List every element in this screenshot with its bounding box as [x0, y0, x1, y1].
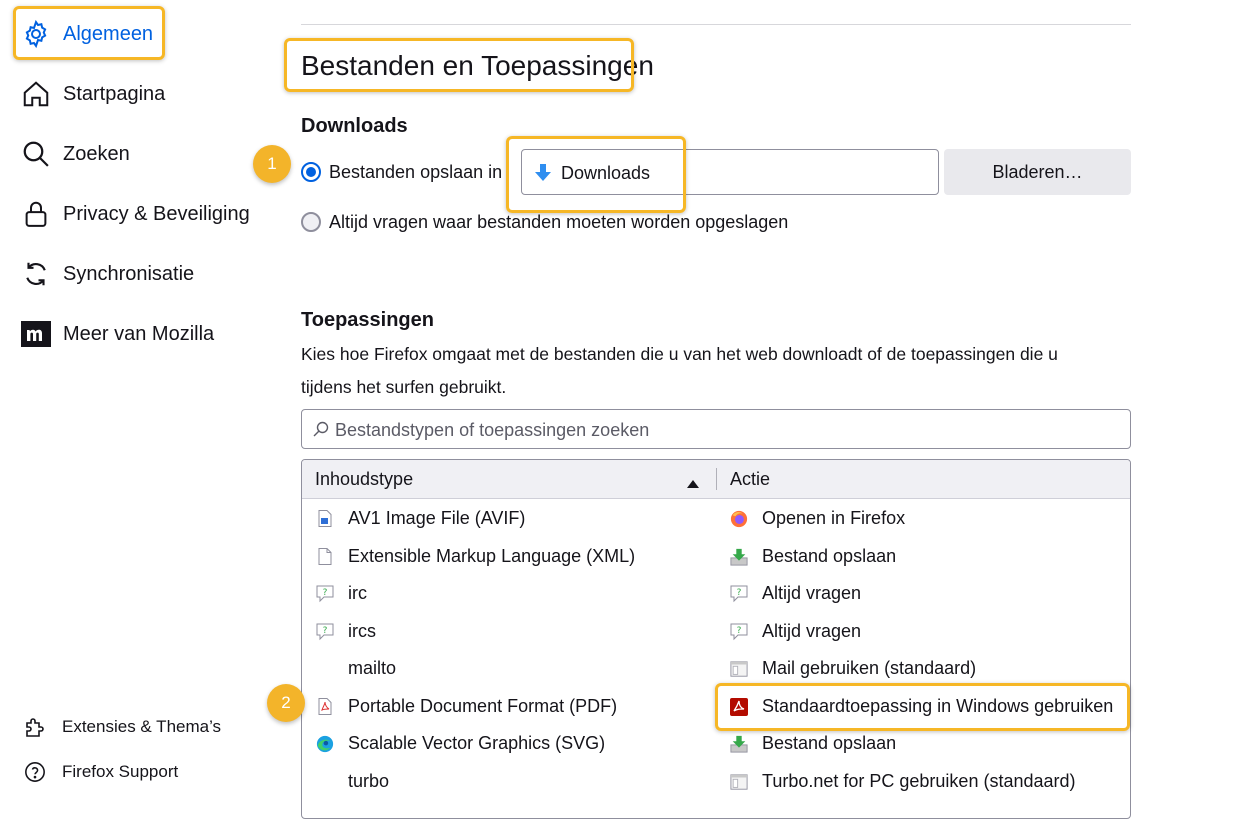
table-row[interactable]: Extensible Markup Language (XML) Bestand…	[302, 538, 1130, 575]
edge-icon	[316, 735, 334, 753]
content-type-label: Scalable Vector Graphics (SVG)	[348, 733, 606, 753]
save-download-icon	[730, 548, 748, 566]
table-row[interactable]: Portable Document Format (PDF) Standaard…	[302, 688, 1130, 725]
sort-ascending-icon	[687, 475, 699, 493]
sidebar-item-label: Startpagina	[63, 82, 166, 105]
image-file-icon	[316, 510, 334, 528]
sidebar-firefox-support[interactable]: Firefox Support	[22, 759, 178, 785]
acrobat-icon	[730, 697, 748, 716]
download-folder-field[interactable]: Downloads	[521, 149, 939, 195]
content-type-label: ircs	[348, 621, 376, 641]
sidebar-item-privacy[interactable]: Privacy & Beveiliging	[20, 196, 250, 232]
save-in-radio[interactable]	[301, 162, 321, 182]
pdf-file-icon	[316, 698, 334, 716]
content-type-label: irc	[348, 583, 367, 603]
action-label: Openen in Firefox	[762, 508, 906, 528]
firefox-icon	[730, 510, 748, 528]
applications-heading: Toepassingen	[301, 309, 434, 331]
browse-button[interactable]: Bladeren…	[944, 149, 1131, 195]
column-header-content-type[interactable]: Inhoudstype	[315, 460, 413, 498]
gear-icon	[20, 18, 52, 50]
sidebar-item-label: Synchronisatie	[63, 262, 195, 285]
svg-text:?: ?	[737, 626, 742, 636]
downloads-heading: Downloads	[301, 115, 408, 137]
page-title: Bestanden en Toepassingen	[301, 50, 654, 81]
sidebar-item-label: Meer van Mozilla	[63, 322, 215, 345]
sidebar-extensions-themes[interactable]: Extensies & Thema’s	[22, 714, 221, 740]
file-type-search-input[interactable]: Bestandstypen of toepassingen zoeken	[301, 409, 1131, 449]
always-ask-label: Altijd vragen waar bestanden moeten word…	[329, 212, 789, 232]
table-row[interactable]: turbo Turbo.net for PC gebruiken (standa…	[302, 763, 1130, 800]
sync-icon	[20, 258, 52, 290]
action-label: Turbo.net for PC gebruiken (standaard)	[762, 771, 1076, 791]
table-row[interactable]: mailto Mail gebruiken (standaard)	[302, 650, 1130, 687]
ask-bubble-icon: ?	[730, 623, 748, 641]
sidebar-item-label: Algemeen	[63, 22, 154, 45]
content-type-label: Extensible Markup Language (XML)	[348, 546, 636, 566]
table-row[interactable]: ? ircs ? Altijd vragen	[302, 613, 1130, 650]
save-in-label: Bestanden opslaan in	[329, 162, 503, 182]
applications-description-line2: tijdens het surfen gebruikt.	[301, 377, 507, 397]
download-folder-value: Downloads	[561, 163, 651, 183]
table-row[interactable]: AV1 Image File (AVIF) Openen in Firefox	[302, 500, 1130, 537]
content-type-label: turbo	[348, 771, 390, 791]
applications-table: Inhoudstype Actie AV1 Image File (AVIF) …	[301, 459, 1131, 819]
sidebar-item-label: Zoeken	[63, 142, 130, 165]
sidebar-item-label: Privacy & Beveiliging	[63, 202, 250, 225]
sidebar-item-more-from-mozilla[interactable]: Meer van Mozilla	[20, 316, 214, 352]
save-download-icon	[730, 735, 748, 753]
content-type-label: mailto	[348, 658, 397, 678]
sidebar-item-label: Firefox Support	[62, 762, 179, 781]
column-header-action[interactable]: Actie	[730, 460, 770, 498]
sidebar-item-sync[interactable]: Synchronisatie	[20, 256, 194, 292]
search-icon	[20, 138, 52, 170]
ask-bubble-icon: ?	[316, 585, 334, 603]
action-label: Bestand opslaan	[762, 546, 897, 566]
mozilla-m-icon	[20, 318, 52, 350]
action-label: Bestand opslaan	[762, 733, 897, 753]
always-ask-radio[interactable]	[301, 212, 321, 232]
puzzle-icon	[22, 714, 48, 740]
ask-bubble-icon: ?	[316, 623, 334, 641]
home-icon	[20, 78, 52, 110]
sidebar-item-general[interactable]: Algemeen	[20, 16, 153, 52]
document-icon	[316, 548, 334, 566]
action-label: Altijd vragen	[762, 583, 862, 603]
sidebar-item-label: Extensies & Thema’s	[62, 717, 222, 736]
svg-text:?: ?	[323, 626, 328, 636]
action-label: Altijd vragen	[762, 621, 862, 641]
table-row[interactable]: ? irc ? Altijd vragen	[302, 575, 1130, 612]
action-label: Mail gebruiken (standaard)	[762, 658, 977, 678]
sidebar-item-search[interactable]: Zoeken	[20, 136, 130, 172]
download-arrow-icon	[534, 163, 552, 188]
help-icon	[22, 759, 48, 785]
annotation-badge-1: 1	[253, 145, 291, 183]
app-window-icon	[730, 773, 748, 791]
app-window-icon	[730, 660, 748, 678]
content-type-label: AV1 Image File (AVIF)	[348, 508, 526, 528]
action-label: Standaardtoepassing in Windows gebruiken	[762, 696, 1114, 716]
column-divider	[716, 468, 717, 490]
divider	[301, 24, 1131, 25]
table-row[interactable]: Scalable Vector Graphics (SVG) Bestand o…	[302, 725, 1130, 762]
svg-text:?: ?	[737, 588, 742, 598]
search-icon	[313, 421, 329, 442]
ask-bubble-icon: ?	[730, 585, 748, 603]
lock-icon	[20, 198, 52, 230]
applications-description-line1: Kies hoe Firefox omgaat met de bestanden…	[301, 344, 1058, 364]
content-type-label: Portable Document Format (PDF)	[348, 696, 618, 716]
table-header: Inhoudstype Actie	[302, 460, 1130, 499]
svg-text:?: ?	[323, 588, 328, 598]
sidebar-item-home[interactable]: Startpagina	[20, 76, 165, 112]
annotation-badge-2: 2	[267, 684, 305, 722]
search-placeholder: Bestandstypen of toepassingen zoeken	[335, 420, 650, 440]
